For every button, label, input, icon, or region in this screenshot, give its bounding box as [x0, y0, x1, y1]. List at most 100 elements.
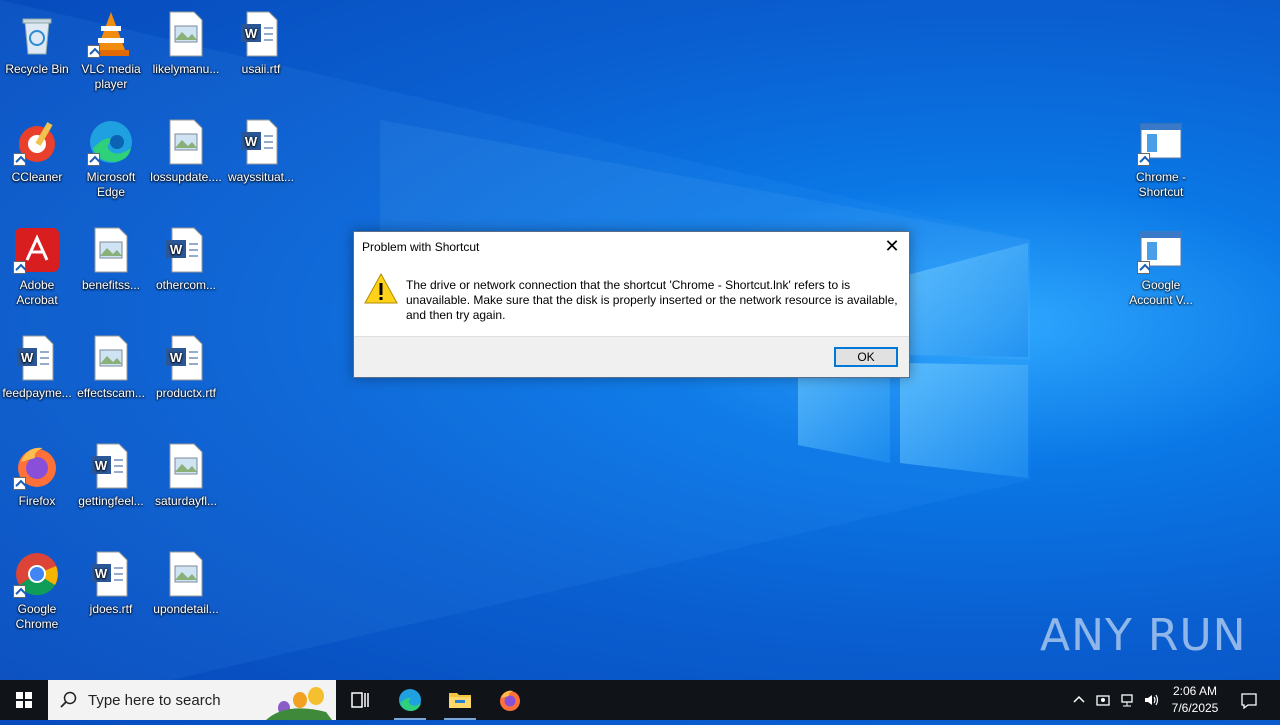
desktop-icon-firefox[interactable]: Firefox	[0, 436, 74, 509]
edge-icon	[399, 689, 421, 711]
desktop-icon-othercom[interactable]: W othercom...	[149, 220, 223, 293]
desktop-icon-label: Firefox	[18, 494, 56, 508]
recycle-bin-icon	[22, 18, 52, 55]
desktop-icon-ccleaner[interactable]: CCleaner	[0, 112, 74, 185]
search-icon	[60, 691, 77, 708]
task-view-icon	[351, 692, 369, 708]
desktop-icon-label: gettingfeel...	[78, 494, 144, 508]
start-button[interactable]	[0, 680, 48, 720]
desktop-icon-productx[interactable]: W productx.rtf	[149, 328, 223, 401]
taskbar-edge-button[interactable]	[386, 680, 434, 720]
dialog-title: Problem with Shortcut	[362, 240, 480, 254]
desktop-icon-recycle-bin[interactable]: Recycle Bin	[0, 4, 74, 77]
desktop-icon-label: Adobe Acrobat	[16, 278, 58, 307]
desktop-icon-usaii[interactable]: W usaii.rtf	[224, 4, 298, 77]
image-file-icon	[169, 443, 203, 489]
shortcut-arrow-icon	[13, 477, 26, 490]
svg-text:W: W	[245, 134, 258, 149]
dialog-message: The drive or network connection that the…	[406, 278, 898, 322]
desktop-icon-effectscam[interactable]: effectscam...	[74, 328, 148, 401]
shortcut-arrow-icon	[87, 45, 100, 58]
image-file-icon	[169, 11, 203, 57]
desktop-icon-label: effectscam...	[77, 386, 145, 400]
shortcut-arrow-icon	[1137, 153, 1150, 166]
svg-text:W: W	[170, 242, 183, 257]
shortcut-arrow-icon	[1137, 261, 1150, 274]
svg-text:W: W	[245, 26, 258, 41]
desktop-icon-label: lossupdate....	[150, 170, 222, 184]
word-document-icon: W	[241, 11, 278, 57]
desktop-icon-label: othercom...	[155, 278, 217, 292]
taskbar: Type here to search 2:06 AM 7/6/2025	[0, 680, 1280, 720]
search-highlight-flowers-icon	[266, 687, 332, 720]
firefox-icon	[500, 690, 520, 711]
desktop-icon-label: CCleaner	[11, 170, 63, 184]
desktop-icon-label: usaii.rtf	[241, 62, 281, 76]
shortcut-arrow-icon	[13, 153, 26, 166]
taskbar-search-box[interactable]: Type here to search	[48, 680, 336, 720]
desktop-icon-label: Recycle Bin	[5, 62, 69, 76]
problem-with-shortcut-dialog: Problem with Shortcut ✕ The drive or net…	[353, 231, 910, 378]
clock-time: 2:06 AM	[1172, 684, 1218, 698]
word-document-icon: W	[166, 335, 203, 381]
word-document-icon: W	[17, 335, 54, 381]
dialog-footer: OK	[354, 336, 909, 377]
image-file-icon	[94, 227, 128, 273]
action-center-icon[interactable]	[1240, 692, 1257, 710]
desktop-icon-vlc[interactable]: VLC media player	[74, 4, 148, 92]
desktop-icon-label: Google Account V...	[1129, 278, 1193, 307]
svg-text:W: W	[95, 458, 108, 473]
desktop-icon-microsoft-edge[interactable]: Microsoft Edge	[74, 112, 148, 200]
desktop-icon-saturdayfl[interactable]: saturdayfl...	[149, 436, 223, 509]
desktop-icon-gettingfeel[interactable]: W gettingfeel...	[74, 436, 148, 509]
svg-text:W: W	[170, 350, 183, 365]
desktop-icon-label: productx.rtf	[155, 386, 217, 400]
image-file-icon	[169, 551, 203, 597]
windows-start-icon	[16, 692, 32, 708]
shortcut-arrow-icon	[13, 585, 26, 598]
svg-text:W: W	[95, 566, 108, 581]
svg-text:W: W	[21, 350, 34, 365]
show-hidden-icons-chevron-icon[interactable]	[1071, 692, 1087, 708]
ok-button[interactable]: OK	[834, 347, 898, 367]
search-placeholder: Type here to search	[88, 692, 221, 709]
image-file-icon	[94, 335, 128, 381]
taskbar-file-explorer-button[interactable]	[436, 680, 484, 720]
desktop-icon-benefitss[interactable]: benefitss...	[74, 220, 148, 293]
desktop-icon-feedpayme[interactable]: W feedpayme...	[0, 328, 74, 401]
taskbar-clock[interactable]: 2:06 AM 7/6/2025	[1166, 683, 1224, 717]
desktop-icon-label: Google Chrome	[15, 602, 59, 631]
desktop-icon-lossupdate[interactable]: lossupdate....	[149, 112, 223, 185]
image-file-icon	[169, 119, 203, 165]
meet-now-icon[interactable]	[1095, 692, 1111, 708]
desktop-icon-label: upondetail...	[153, 602, 219, 616]
desktop-icon-label: Chrome - Shortcut	[1135, 170, 1186, 199]
clock-date: 7/6/2025	[1171, 701, 1219, 715]
desktop-icon-label: benefitss...	[81, 278, 141, 292]
warning-icon	[364, 272, 398, 304]
shortcut-arrow-icon	[13, 261, 26, 274]
desktop-icon-adobe-acrobat[interactable]: Adobe Acrobat	[0, 220, 74, 308]
volume-icon[interactable]	[1143, 692, 1159, 708]
desktop-icon-chrome-shortcut[interactable]: Chrome - Shortcut	[1124, 112, 1198, 200]
desktop-icon-label: feedpayme...	[2, 386, 72, 400]
desktop-icon-label: likelymanu...	[152, 62, 220, 76]
word-document-icon: W	[166, 227, 203, 273]
word-document-icon: W	[91, 443, 128, 489]
desktop-icon-upondetail[interactable]: upondetail...	[149, 544, 223, 617]
task-view-button[interactable]	[336, 680, 384, 720]
desktop-icon-label: VLC media player	[81, 62, 141, 91]
desktop-icon-google-chrome[interactable]: Google Chrome	[0, 544, 74, 632]
desktop-icon-google-account[interactable]: Google Account V...	[1124, 220, 1198, 308]
network-icon[interactable]	[1119, 692, 1135, 708]
dialog-close-button[interactable]: ✕	[875, 232, 909, 260]
desktop-icon-label: jdoes.rtf	[89, 602, 133, 616]
taskbar-firefox-button[interactable]	[486, 680, 534, 720]
desktop-icon-label: Microsoft Edge	[86, 170, 136, 199]
word-document-icon: W	[241, 119, 278, 165]
folder-icon	[449, 693, 471, 708]
desktop-icon-jdoes[interactable]: W jdoes.rtf	[74, 544, 148, 617]
shortcut-arrow-icon	[87, 153, 100, 166]
desktop-icon-wayssituat[interactable]: W wayssituat...	[224, 112, 298, 185]
desktop-icon-likelymanu[interactable]: likelymanu...	[149, 4, 223, 77]
